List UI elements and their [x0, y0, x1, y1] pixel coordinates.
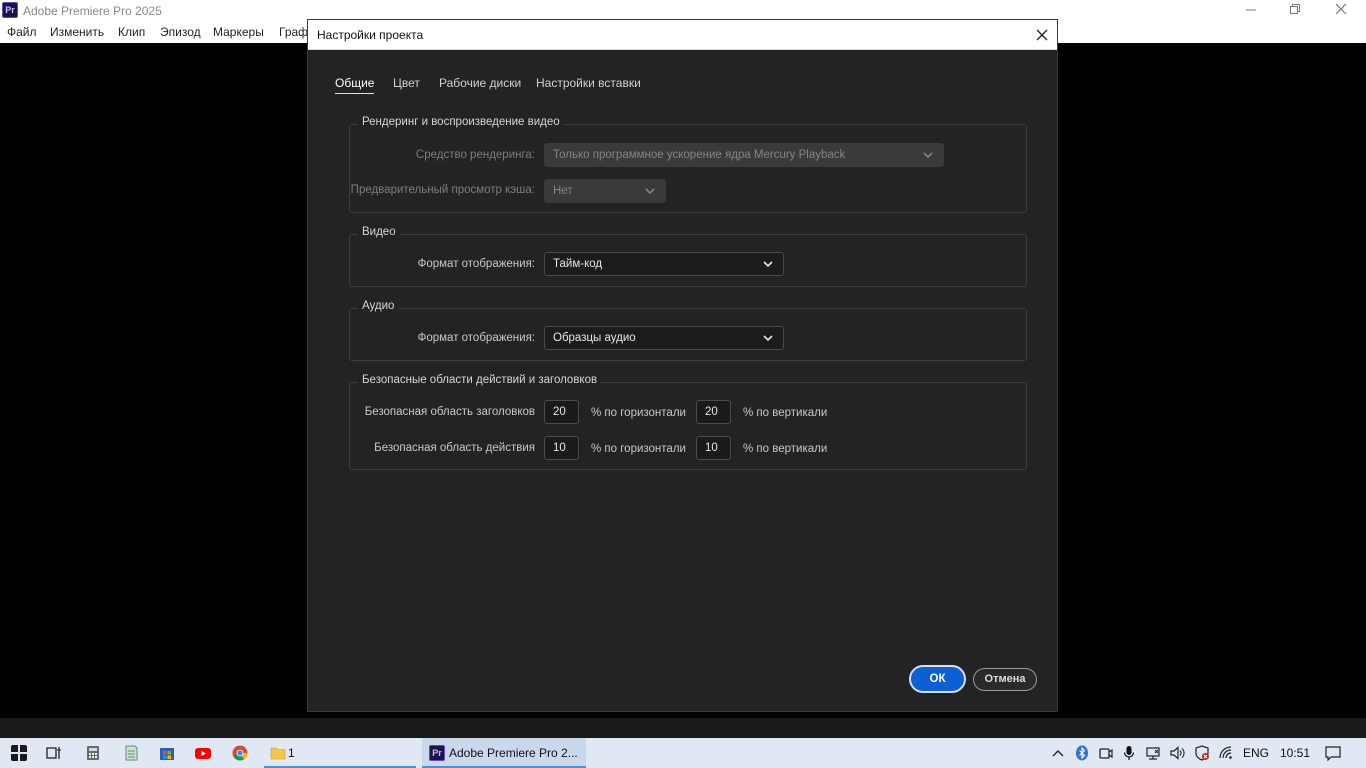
video-format-value: Тайм-код [553, 258, 603, 270]
task-view-icon[interactable] [46, 745, 62, 761]
chevron-down-icon [645, 188, 655, 195]
cache-preview-select: Нет [544, 179, 666, 203]
chevron-down-icon [763, 261, 773, 268]
dialog-titlebar: Настройки проекта [308, 20, 1057, 50]
app-bottom-strip [0, 718, 1366, 738]
title-safe-horizontal-input[interactable]: 20 [544, 400, 579, 424]
tab-color[interactable]: Цвет [393, 76, 420, 93]
meet-now-icon[interactable] [1098, 745, 1114, 761]
app-title: Adobe Premiere Pro 2025 [23, 4, 162, 18]
taskbar-folder-window[interactable]: 1 [264, 738, 416, 768]
store-icon[interactable] [159, 745, 175, 761]
tab-general[interactable]: Общие [335, 76, 375, 94]
menu-clip[interactable]: Клип [118, 25, 145, 39]
safe-areas-group-title: Безопасные области действий и заголовков [358, 374, 602, 386]
rendering-group: Рендеринг и воспроизведение видео Средст… [349, 116, 1027, 213]
close-icon [1335, 3, 1347, 15]
title-safe-horizontal-unit: % по горизонтали [591, 407, 686, 419]
microphone-icon[interactable] [1121, 745, 1137, 761]
clock-time[interactable]: 10:51 [1280, 746, 1310, 760]
audio-format-label: Формат отображения: [417, 332, 535, 344]
action-safe-horizontal-unit: % по горизонтали [591, 443, 686, 455]
security-shield-icon[interactable] [1194, 745, 1210, 761]
renderer-select: Только программное ускорение ядра Mercur… [544, 143, 944, 167]
action-safe-horizontal-input[interactable]: 10 [544, 436, 579, 460]
folder-icon [270, 747, 286, 760]
taskbar-premiere-label: Adobe Premiere Pro 2... [449, 746, 578, 760]
action-safe-vertical-unit: % по вертикали [743, 443, 828, 455]
minimize-button[interactable] [1228, 0, 1274, 22]
dialog-title: Настройки проекта [317, 28, 424, 42]
menu-file[interactable]: Файл [7, 25, 37, 39]
title-safe-vertical-unit: % по вертикали [743, 407, 828, 419]
video-format-label: Формат отображения: [417, 258, 535, 270]
minimize-icon [1246, 9, 1256, 11]
cache-preview-value: Нет [553, 185, 573, 197]
menu-markers[interactable]: Маркеры [213, 25, 264, 39]
chevron-down-icon [923, 152, 933, 159]
dialog-close-button[interactable] [1030, 24, 1054, 46]
chrome-icon[interactable] [232, 745, 248, 761]
action-safe-horizontal-value: 10 [553, 442, 566, 454]
wifi-icon[interactable] [1218, 745, 1234, 761]
safe-areas-group: Безопасные области действий и заголовков… [349, 374, 1027, 470]
audio-group-title: Аудио [358, 300, 399, 312]
tab-scratch-disks[interactable]: Рабочие диски [439, 76, 521, 93]
renderer-value: Только программное ускорение ядра Mercur… [553, 149, 846, 161]
ok-button[interactable]: ОК [909, 665, 966, 693]
video-format-select[interactable]: Тайм-код [544, 252, 784, 276]
audio-format-select[interactable]: Образцы аудио [544, 326, 784, 350]
action-safe-vertical-input[interactable]: 10 [696, 436, 731, 460]
title-safe-label: Безопасная область заголовков [364, 406, 535, 418]
rendering-group-title: Рендеринг и воспроизведение видео [358, 116, 564, 128]
chevron-down-icon [763, 335, 773, 342]
video-group: Видео Формат отображения: Тайм-код [349, 226, 1027, 287]
premiere-app-icon: Pr [2, 2, 18, 18]
cache-preview-label: Предварительный просмотр кэша: [350, 184, 535, 196]
notifications-icon[interactable] [1325, 745, 1341, 761]
notepad-icon[interactable] [123, 745, 139, 761]
windows-start-icon[interactable] [11, 745, 27, 761]
audio-format-value: Образцы аудио [553, 332, 636, 344]
cancel-button[interactable]: Отмена [973, 668, 1037, 691]
title-safe-horizontal-value: 20 [553, 406, 566, 418]
chevron-up-icon[interactable] [1050, 746, 1066, 762]
action-safe-label: Безопасная область действия [374, 442, 535, 454]
menu-edit[interactable]: Изменить [50, 25, 104, 39]
input-language[interactable]: ENG [1243, 746, 1269, 760]
taskbar-folder-label: 1 [288, 746, 295, 760]
project-settings-dialog: Настройки проекта Общие Цвет Рабочие дис… [307, 19, 1058, 712]
taskbar-premiere-window[interactable]: Pr Adobe Premiere Pro 2... [422, 738, 586, 768]
renderer-label: Средство рендеринга: [415, 149, 535, 161]
menu-graphics[interactable]: Граф [279, 25, 308, 39]
network-ethernet-icon[interactable] [1145, 745, 1161, 761]
video-group-title: Видео [358, 226, 400, 238]
tab-ingest-settings[interactable]: Настройки вставки [536, 76, 641, 93]
calculator-icon[interactable] [85, 745, 101, 761]
premiere-app-icon: Pr [429, 745, 445, 761]
title-safe-vertical-input[interactable]: 20 [696, 400, 731, 424]
app-close-button[interactable] [1318, 0, 1364, 22]
restore-button[interactable] [1272, 0, 1318, 22]
restore-icon [1290, 4, 1300, 14]
menu-sequence[interactable]: Эпизод [160, 25, 201, 39]
audio-group: Аудио Формат отображения: Образцы аудио [349, 300, 1027, 361]
youtube-icon[interactable] [195, 745, 211, 761]
volume-icon[interactable] [1169, 745, 1185, 761]
action-safe-vertical-value: 10 [705, 442, 718, 454]
title-safe-vertical-value: 20 [705, 406, 718, 418]
close-icon [1036, 29, 1048, 41]
bluetooth-icon[interactable] [1074, 745, 1090, 761]
taskbar: 1 Pr Adobe Premiere Pro 2... ENG 10:51 [0, 738, 1366, 768]
